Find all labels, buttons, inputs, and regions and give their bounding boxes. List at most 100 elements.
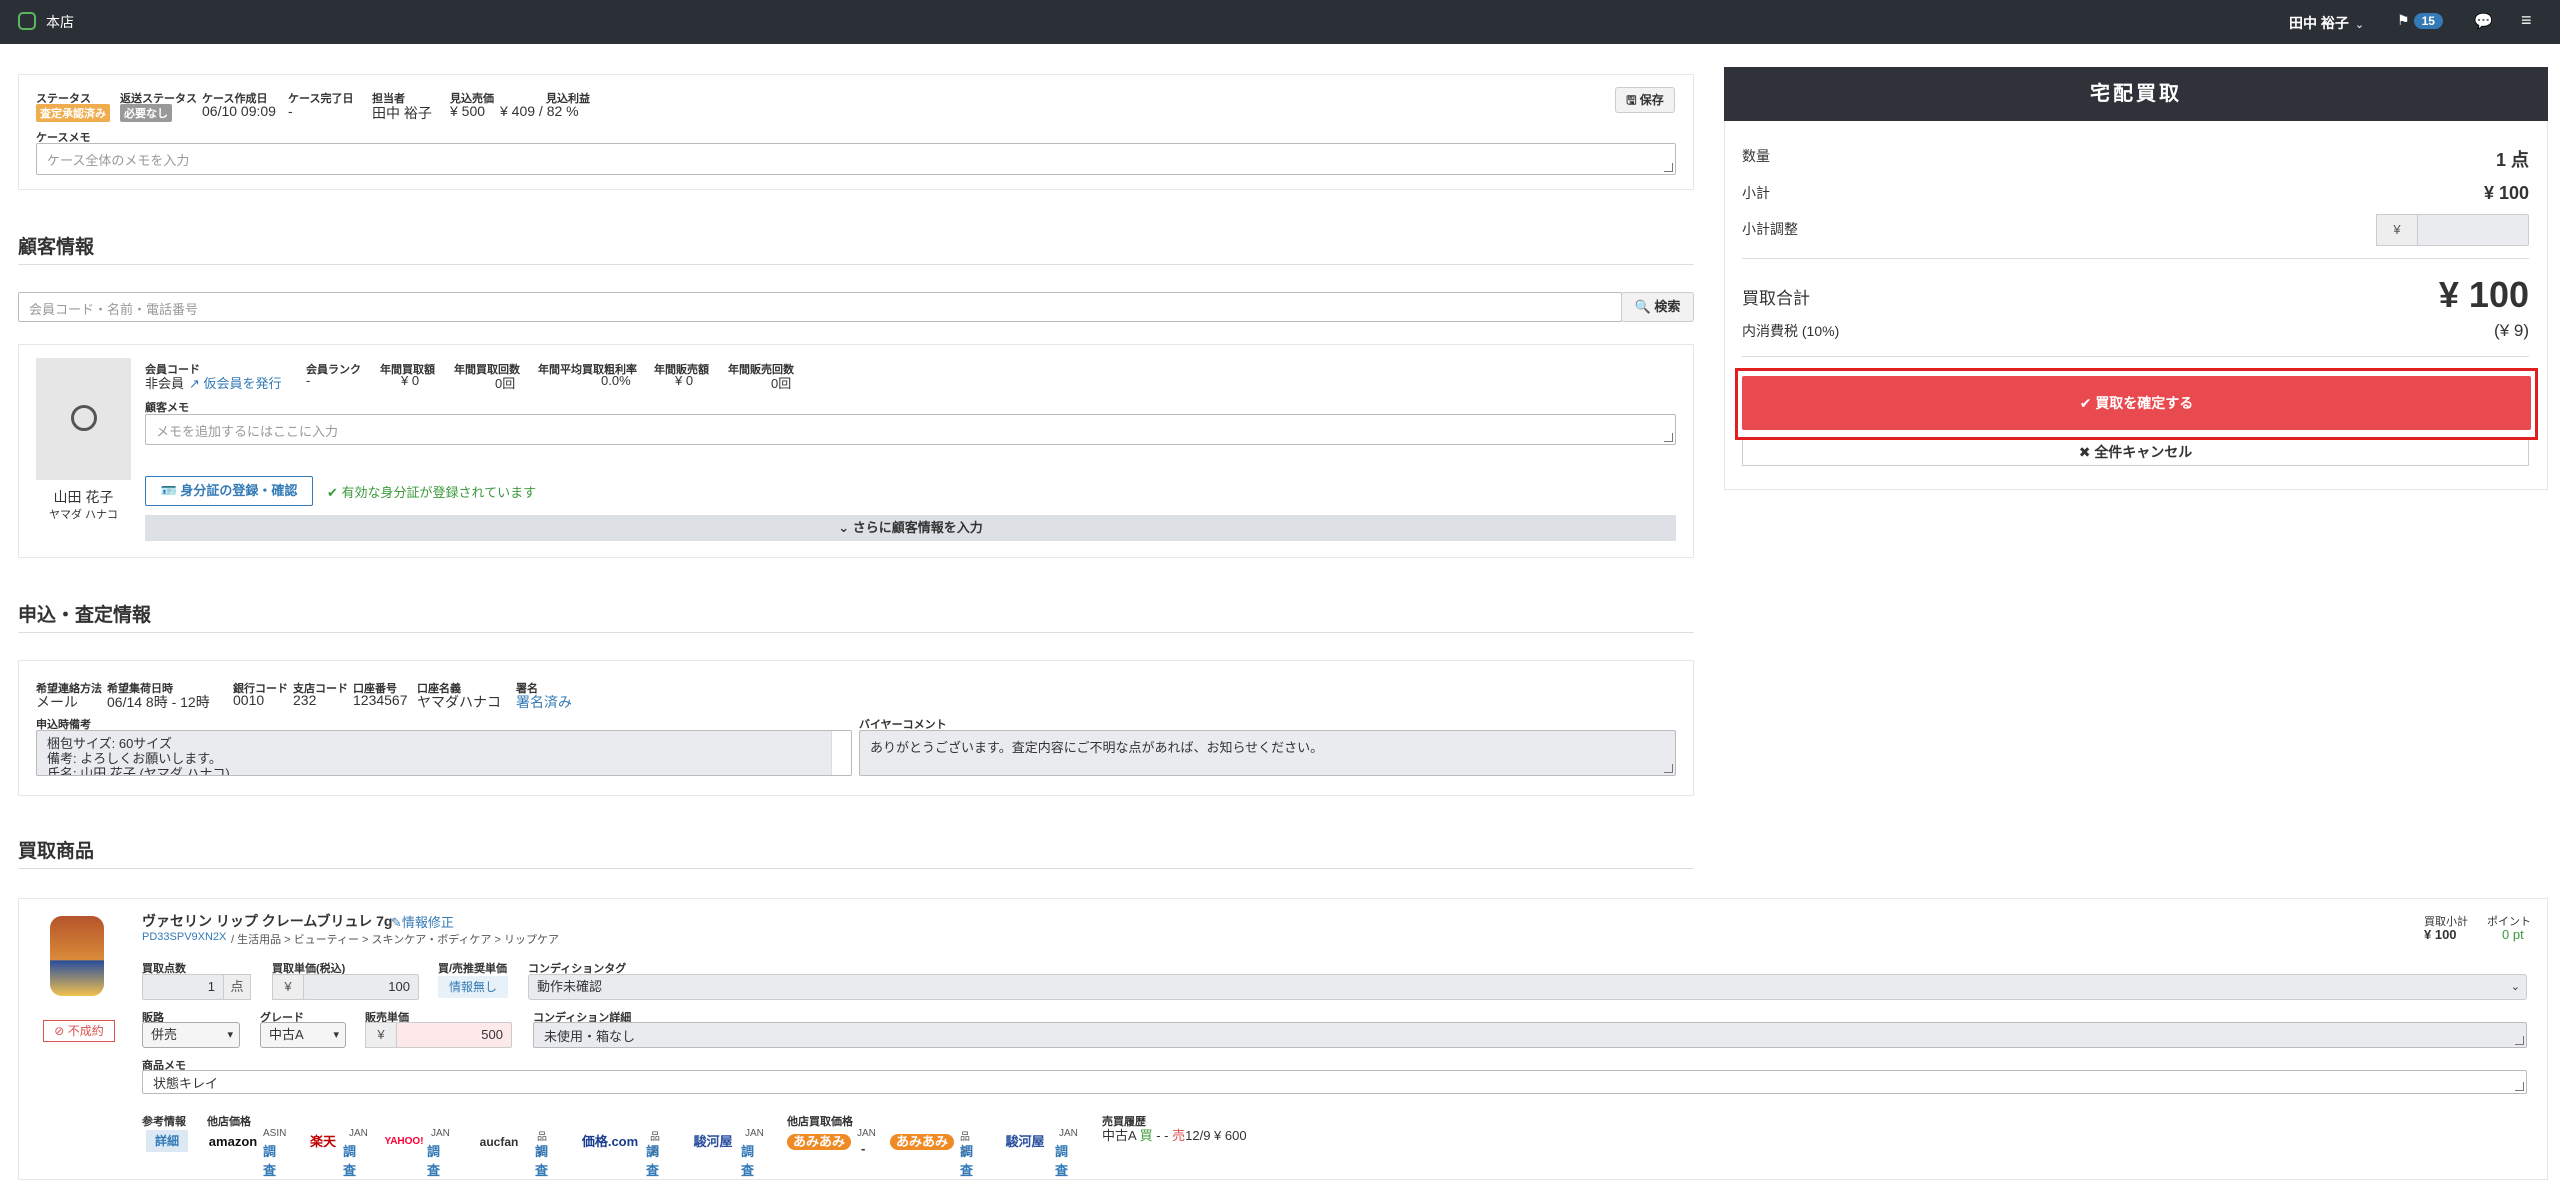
- scrollbar[interactable]: [831, 731, 851, 775]
- chevron-down-icon: ▾: [227, 1029, 233, 1041]
- avatar: [36, 358, 131, 480]
- grade-select[interactable]: 中古A ▾: [260, 1022, 346, 1048]
- pickup-value: 06/14 8時 - 12時: [107, 694, 210, 710]
- created-value: 06/10 09:09: [202, 103, 276, 119]
- yahoo-logo-icon: YAHOO!: [384, 1136, 424, 1147]
- divider: [1742, 258, 2529, 259]
- total-label: 買取合計: [1742, 289, 1810, 308]
- product-image[interactable]: [50, 916, 104, 996]
- recommend-label: 買/売推奨単価: [438, 963, 508, 975]
- confirm-purchase-button[interactable]: ✔ 買取を確定する: [1742, 376, 2531, 430]
- items-section-title: 買取商品: [18, 841, 95, 862]
- trade-history-value: 中古A 買 - - 売12/9 ¥ 600: [1102, 1128, 1247, 1143]
- item-point-value: 0 pt: [2502, 927, 2524, 942]
- branch-code-value: 232: [293, 692, 317, 708]
- customer-memo-input[interactable]: メモを追加するにはここに入力: [145, 414, 1676, 445]
- summary-subtotal-value: ¥ 100: [2483, 183, 2529, 203]
- return-status-badge: 必要なし: [120, 104, 172, 122]
- external-link-icon: ↗: [189, 376, 200, 391]
- close-icon: ✖: [2078, 444, 2091, 460]
- store-name[interactable]: 本店: [46, 12, 74, 32]
- yen-addon: ¥: [272, 974, 304, 1000]
- product-memo-textarea[interactable]: 状態キレイ: [142, 1070, 2527, 1094]
- condition-detail-textarea[interactable]: 未使用・箱なし: [533, 1022, 2527, 1048]
- more-customer-info-button[interactable]: ⌄ さらに顧客情報を入力: [145, 515, 1676, 541]
- qty-input[interactable]: 1: [142, 974, 224, 1000]
- amiami-logo-icon: あみあみ: [787, 1134, 851, 1150]
- channel-select[interactable]: 併売 ▾: [142, 1022, 240, 1048]
- issue-provisional-member-link[interactable]: ↗ 仮会員を発行: [189, 373, 282, 392]
- other-store-price-label: 他店価格: [207, 1116, 251, 1128]
- customer-search-input[interactable]: 会員コード・名前・電話番号: [18, 292, 1622, 322]
- app-logo-icon[interactable]: [18, 12, 36, 30]
- chevron-down-icon: ⌄: [838, 520, 850, 535]
- id-register-button[interactable]: 🪪 身分証の登録・確認: [145, 476, 313, 506]
- product-category: / 生活用品 > ビューティー > スキンケア・ボディケア > リップケア: [231, 934, 559, 946]
- annual-buy-count-value: 0回: [495, 376, 516, 391]
- sales-value: ¥ 500: [450, 103, 486, 119]
- account-number-value: 1234567: [353, 692, 408, 708]
- unit-price-input[interactable]: 100: [303, 974, 419, 1000]
- recommend-value: 情報無し: [438, 976, 508, 998]
- qty-unit: 点: [223, 974, 251, 1000]
- save-button[interactable]: 🖫 保存: [1615, 87, 1675, 113]
- subtotal-adjust-input[interactable]: [2417, 214, 2529, 246]
- signature-value: 署名済み: [516, 694, 572, 710]
- chat-icon[interactable]: 💬: [2474, 12, 2493, 30]
- aucfan-logo-icon: aucfan: [479, 1135, 519, 1149]
- customer-search-button[interactable]: 🔍 検索: [1621, 292, 1694, 322]
- divider: [18, 632, 1694, 633]
- annual-sales-count-value: 0回: [771, 376, 792, 391]
- not-contracted-button[interactable]: ⊘ 不成約: [43, 1020, 115, 1042]
- application-notes-textarea[interactable]: 梱包サイズ: 60サイズ 備考: よろしくお願いします。 氏名: 山田 花子 (…: [36, 730, 852, 776]
- sale-price-input[interactable]: 500: [396, 1022, 512, 1048]
- pencil-icon: ✎: [391, 915, 402, 930]
- member-rank-label: 会員ランク: [306, 364, 361, 376]
- edit-product-link[interactable]: ✎情報修正: [391, 912, 454, 931]
- divider: [18, 868, 1694, 869]
- condition-tag-select[interactable]: 動作未確認 ⌄: [528, 974, 2527, 1000]
- profit-value: ¥ 409 / 82 %: [500, 103, 579, 119]
- resize-grip-icon[interactable]: [2515, 1082, 2524, 1091]
- customer-name: 山田 花子: [53, 489, 114, 505]
- product-code-link[interactable]: PD33SPV9XN2X: [142, 931, 226, 943]
- search-icon: 🔍: [1634, 299, 1651, 314]
- kakaku-logo-icon: 価格.com: [581, 1134, 639, 1149]
- resize-grip-icon[interactable]: [1664, 764, 1673, 773]
- notifications-button[interactable]: ⚑ 15: [2397, 12, 2443, 29]
- member-rank-value: -: [306, 373, 311, 388]
- application-section-title: 申込・査定情報: [18, 605, 152, 626]
- summary-panel-title: 宅配買取: [1724, 67, 2548, 121]
- check-icon: ✔: [327, 485, 338, 500]
- buyer-comment-textarea[interactable]: ありがとうございます。査定内容にご不明な点があれば、お知らせください。: [859, 730, 1676, 776]
- reference-label: 参考情報: [142, 1116, 186, 1128]
- product-name: ヴァセリン リップ クレームブリュレ 7g: [142, 913, 393, 929]
- resize-grip-icon[interactable]: [2515, 1036, 2524, 1045]
- user-name: 田中 裕子: [2289, 15, 2349, 31]
- top-navbar: 本店 田中 裕子 ⌄ ⚑ 15 💬 ≡: [0, 0, 2560, 44]
- member-code-value: 非会員: [145, 376, 185, 391]
- user-menu[interactable]: 田中 裕子 ⌄: [2289, 13, 2364, 33]
- chevron-down-icon: ⌄: [2510, 981, 2520, 993]
- total-value: ¥ 100: [2438, 274, 2529, 315]
- resize-grip-icon[interactable]: [1664, 433, 1673, 442]
- flag-icon: ⚑: [2397, 12, 2410, 28]
- completed-value: -: [288, 103, 293, 119]
- resize-grip-icon[interactable]: [1664, 163, 1673, 172]
- summary-subtotal-label: 小計: [1742, 185, 1770, 201]
- chevron-down-icon: ▾: [333, 1029, 339, 1041]
- id-card-icon: 🪪: [160, 483, 177, 498]
- notification-count-badge: 15: [2413, 13, 2443, 29]
- item-subtotal-value: ¥ 100: [2424, 927, 2457, 942]
- tax-value: (¥ 9): [2494, 321, 2529, 340]
- case-memo-input[interactable]: ケース全体のメモを入力: [36, 143, 1676, 175]
- customer-section-title: 顧客情報: [18, 237, 95, 258]
- hamburger-menu-icon[interactable]: ≡: [2521, 10, 2532, 31]
- amazon-logo-icon: amazon: [208, 1134, 258, 1149]
- cancel-all-button[interactable]: ✖ 全件キャンセル: [1742, 440, 2529, 466]
- account-holder-value: ヤマダハナコ: [417, 694, 501, 710]
- surugaya-logo-icon: 駿河屋: [693, 1134, 733, 1149]
- ban-icon: ⊘: [54, 1024, 65, 1038]
- reference-detail-button[interactable]: 詳細: [146, 1130, 188, 1152]
- customer-kana: ヤマダ ハナコ: [48, 509, 119, 521]
